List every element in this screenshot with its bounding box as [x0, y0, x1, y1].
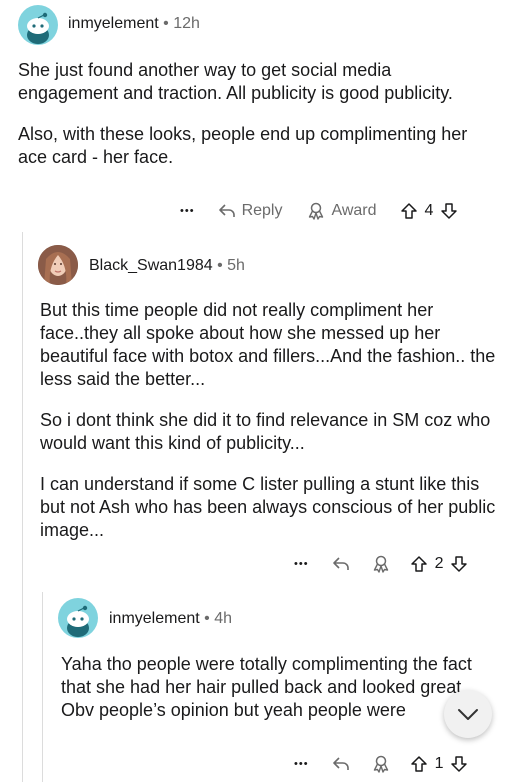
- award-icon: [306, 201, 326, 221]
- award-button[interactable]: Award: [306, 201, 377, 221]
- upvote-button[interactable]: [409, 754, 429, 774]
- comment-2: Black_Swan1984 • 5h But this time people…: [0, 230, 512, 590]
- snoo-avatar-icon[interactable]: [18, 5, 58, 45]
- upvote-button[interactable]: [399, 201, 419, 221]
- upvote-arrow-icon: [409, 554, 429, 574]
- award-icon: [371, 754, 391, 774]
- chevron-down-icon: [455, 701, 481, 727]
- upvote-arrow-icon: [409, 754, 429, 774]
- comment-body: Yaha tho people were totally complimenti…: [61, 653, 499, 725]
- upvote-button[interactable]: [409, 554, 429, 574]
- more-options-icon: •••: [180, 205, 195, 217]
- meta-separator: •: [163, 15, 169, 32]
- timestamp: 5h: [227, 257, 245, 274]
- vote-score: 1: [434, 755, 444, 772]
- scroll-down-button[interactable]: [444, 690, 492, 738]
- more-options-button[interactable]: •••: [180, 205, 195, 217]
- more-options-button[interactable]: •••: [294, 758, 309, 770]
- meta-separator: •: [217, 257, 223, 274]
- profile-photo[interactable]: [38, 245, 78, 285]
- reply-label: Reply: [241, 202, 283, 219]
- more-options-button[interactable]: •••: [294, 558, 309, 570]
- comment-meta: Black_Swan1984 • 5h: [89, 257, 245, 275]
- downvote-button[interactable]: [439, 201, 459, 221]
- comment-1: inmyelement • 12h She just found another…: [0, 0, 512, 230]
- timestamp: 4h: [214, 610, 233, 627]
- more-options-icon: •••: [294, 558, 309, 570]
- reply-arrow-icon: [331, 754, 351, 774]
- comment-meta: inmyelement • 4h: [109, 610, 232, 628]
- snoo-avatar-icon[interactable]: [58, 598, 98, 638]
- more-options-icon: •••: [294, 758, 309, 770]
- comment-paragraph: I can understand if some C lister pullin…: [40, 474, 496, 540]
- reply-button[interactable]: [331, 754, 351, 774]
- reply-button[interactable]: Reply: [217, 201, 283, 221]
- timestamp: 12h: [173, 15, 200, 32]
- downvote-arrow-icon: [439, 201, 459, 221]
- comment-paragraph: So i dont think she did it to find relev…: [40, 410, 491, 453]
- reply-button[interactable]: [331, 554, 351, 574]
- comment-paragraph: She just found another way to get social…: [18, 60, 453, 103]
- comment-meta: inmyelement • 12h: [68, 15, 200, 33]
- downvote-arrow-icon: [449, 754, 469, 774]
- username[interactable]: Black_Swan1984: [89, 257, 213, 274]
- downvote-button[interactable]: [449, 754, 469, 774]
- vote-score: 2: [434, 555, 444, 572]
- username[interactable]: inmyelement: [68, 15, 159, 32]
- comment-body: She just found another way to get social…: [18, 59, 496, 187]
- award-label: Award: [331, 202, 377, 219]
- username[interactable]: inmyelement: [109, 610, 200, 627]
- award-button[interactable]: [371, 754, 391, 774]
- comment-body: But this time people did not really comp…: [40, 299, 498, 560]
- award-icon: [371, 554, 391, 574]
- comment-paragraph: Also, with these looks, people end up co…: [18, 124, 468, 167]
- comment-paragraph: But this time people did not really comp…: [40, 300, 496, 389]
- downvote-arrow-icon: [449, 554, 469, 574]
- upvote-arrow-icon: [399, 201, 419, 221]
- award-button[interactable]: [371, 554, 391, 574]
- meta-separator: •: [204, 610, 210, 627]
- comment-3: inmyelement • 4h Yaha tho people were to…: [0, 590, 512, 782]
- comment-paragraph: Yaha tho people were totally complimenti…: [61, 654, 472, 725]
- comment-actions: ••• Reply Award 4: [180, 197, 459, 225]
- downvote-button[interactable]: [449, 554, 469, 574]
- reply-arrow-icon: [331, 554, 351, 574]
- vote-score: 4: [424, 202, 434, 219]
- reply-arrow-icon: [217, 201, 237, 221]
- comment-actions: ••• 1: [294, 750, 469, 778]
- comment-actions: ••• 2: [294, 550, 469, 578]
